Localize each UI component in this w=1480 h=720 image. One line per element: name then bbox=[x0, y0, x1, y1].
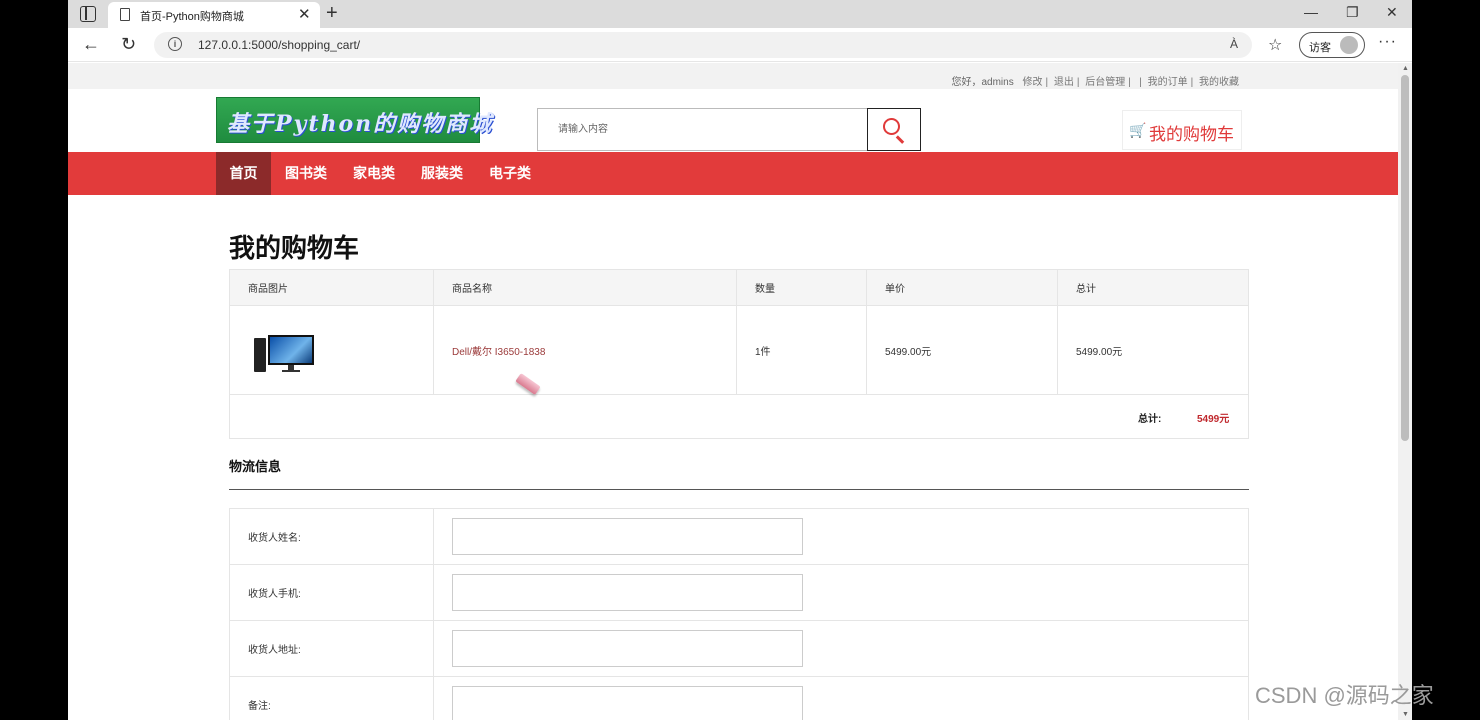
new-tab-icon[interactable]: + bbox=[326, 2, 338, 25]
search-box bbox=[537, 108, 921, 151]
col-header-image: 商品图片 bbox=[229, 269, 434, 306]
close-tab-icon[interactable]: ✕ bbox=[298, 5, 311, 23]
receiver-phone-input[interactable] bbox=[452, 574, 803, 611]
favorites-icon[interactable]: ☆ bbox=[1268, 35, 1282, 55]
receiver-name-input[interactable] bbox=[452, 518, 803, 555]
total-value: 5499元 bbox=[1197, 414, 1230, 425]
product-unit-price: 5499.00元 bbox=[866, 305, 1058, 395]
tab-title: 首页-Python购物商城 bbox=[140, 11, 244, 23]
col-header-qty: 数量 bbox=[736, 269, 867, 306]
my-cart-button[interactable]: 🛒 我的购物车 bbox=[1122, 110, 1242, 150]
info-icon[interactable]: i bbox=[168, 37, 182, 51]
restore-icon[interactable]: ❐ bbox=[1346, 4, 1359, 21]
nav-item-home[interactable]: 首页 bbox=[216, 152, 271, 195]
nav-item-clothing[interactable]: 服装类 bbox=[414, 152, 470, 195]
edit-link[interactable]: 修改 bbox=[1023, 77, 1043, 88]
form-row: 收货人地址: bbox=[229, 620, 1249, 677]
col-header-price: 单价 bbox=[866, 269, 1058, 306]
greeting-text: 您好，admins bbox=[951, 77, 1014, 88]
form-row: 收货人姓名: bbox=[229, 508, 1249, 565]
minimize-icon[interactable]: — bbox=[1304, 4, 1318, 20]
url-field[interactable]: i 127.0.0.1:5000/shopping_cart/ À bbox=[154, 32, 1252, 58]
logout-link[interactable]: 退出 bbox=[1054, 77, 1074, 88]
product-image[interactable] bbox=[254, 334, 316, 374]
product-name-link[interactable]: Dell/戴尔 I3650-1838 bbox=[433, 305, 737, 395]
main-nav: 首页 图书类 家电类 服装类 电子类 bbox=[68, 152, 1398, 195]
search-input[interactable] bbox=[538, 109, 866, 150]
browser-tab[interactable]: 首页-Python购物商城 ✕ bbox=[108, 2, 320, 28]
cart-icon: 🛒 bbox=[1129, 122, 1147, 138]
refresh-icon[interactable]: ↻ bbox=[121, 34, 136, 55]
receiver-address-input[interactable] bbox=[452, 630, 803, 667]
orders-link[interactable]: 我的订单 bbox=[1148, 77, 1188, 88]
url-text[interactable]: 127.0.0.1:5000/shopping_cart/ bbox=[198, 38, 360, 52]
site-logo[interactable]: 基于Python的购物商城 bbox=[216, 97, 491, 143]
table-row: Dell/戴尔 I3650-1838 1件 5499.00元 5499.00元 bbox=[229, 305, 1249, 395]
admin-link[interactable]: 后台管理 bbox=[1085, 77, 1125, 88]
shipping-form: 收货人姓名: 收货人手机: 收货人地址: 备注: bbox=[229, 508, 1249, 720]
logo-text: 基于Python的购物商城 bbox=[227, 111, 494, 137]
sidebar-toggle-icon[interactable] bbox=[80, 6, 96, 22]
search-button[interactable] bbox=[867, 108, 921, 151]
remark-label: 备注: bbox=[229, 676, 434, 720]
receiver-name-label: 收货人姓名: bbox=[229, 508, 434, 565]
page-scrollbar[interactable]: ▲ ▼ bbox=[1398, 63, 1412, 720]
nav-item-electronics[interactable]: 电子类 bbox=[482, 152, 538, 195]
nav-item-appliances[interactable]: 家电类 bbox=[346, 152, 402, 195]
browser-window: 首页-Python购物商城 ✕ + — ❐ ✕ ← ↻ i 127.0.0.1:… bbox=[68, 0, 1412, 720]
total-label: 总计: bbox=[1138, 414, 1162, 425]
profile-button[interactable]: 访客 bbox=[1299, 32, 1365, 58]
page-viewport: 您好，admins 修改 | 退出 | 后台管理 | | 我的订单 | 我的收藏 基于P… bbox=[68, 63, 1398, 720]
page-icon bbox=[120, 8, 130, 21]
scrollbar-thumb[interactable] bbox=[1401, 75, 1409, 441]
nav-item-books[interactable]: 图书类 bbox=[278, 152, 334, 195]
divider bbox=[229, 489, 1249, 490]
product-subtotal: 5499.00元 bbox=[1057, 305, 1249, 395]
read-aloud-icon[interactable]: À bbox=[1230, 37, 1238, 51]
search-icon bbox=[883, 118, 900, 135]
cart-total-row: 总计: 5499元 bbox=[229, 394, 1249, 439]
page-title: 我的购物车 bbox=[229, 233, 360, 263]
favorites-link[interactable]: 我的收藏 bbox=[1199, 77, 1239, 88]
table-header-row: 商品图片 商品名称 数量 单价 总计 bbox=[229, 269, 1249, 306]
shipping-section-title: 物流信息 bbox=[229, 459, 282, 474]
cart-label: 我的购物车 bbox=[1149, 125, 1234, 144]
profile-label: 访客 bbox=[1309, 42, 1331, 54]
back-icon[interactable]: ← bbox=[82, 34, 100, 55]
address-bar: ← ↻ i 127.0.0.1:5000/shopping_cart/ À ☆… bbox=[68, 28, 1412, 62]
receiver-phone-label: 收货人手机: bbox=[229, 564, 434, 621]
scroll-down-icon[interactable]: ▼ bbox=[1402, 711, 1409, 718]
receiver-address-label: 收货人地址: bbox=[229, 620, 434, 677]
cart-table: 商品图片 商品名称 数量 单价 总计 Dell/戴尔 I3650-1838 1件… bbox=[229, 269, 1249, 395]
product-qty: 1件 bbox=[736, 305, 867, 395]
watermark-text: CSDN @源码之家 bbox=[1255, 683, 1434, 708]
close-window-icon[interactable]: ✕ bbox=[1386, 4, 1398, 21]
avatar-icon bbox=[1340, 36, 1358, 54]
scroll-up-icon[interactable]: ▲ bbox=[1402, 65, 1409, 72]
user-info-bar: 您好，admins 修改 | 退出 | 后台管理 | | 我的订单 | 我的收藏 bbox=[68, 63, 1398, 89]
col-header-name: 商品名称 bbox=[433, 269, 737, 306]
product-image-cell bbox=[229, 305, 434, 395]
remark-input[interactable] bbox=[452, 686, 803, 720]
col-header-total: 总计 bbox=[1057, 269, 1249, 306]
tab-bar: 首页-Python购物商城 ✕ + — ❐ ✕ bbox=[68, 0, 1412, 28]
form-row: 收货人手机: bbox=[229, 564, 1249, 621]
more-icon[interactable]: ··· bbox=[1378, 33, 1397, 51]
form-row: 备注: bbox=[229, 676, 1249, 720]
